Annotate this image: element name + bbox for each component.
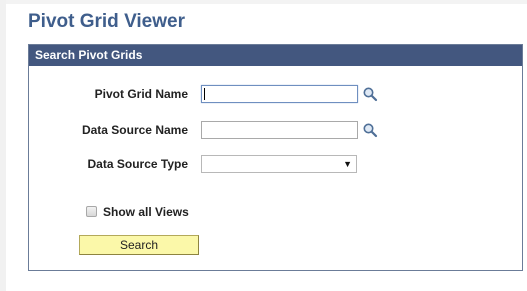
top-edge xyxy=(0,0,527,4)
data-source-name-label: Data Source Name xyxy=(81,123,188,137)
pivot-grid-name-lookup-icon[interactable] xyxy=(362,86,378,102)
panel-header: Search Pivot Grids xyxy=(29,45,522,66)
search-panel: Search Pivot Grids Pivot Grid Name Data … xyxy=(28,44,523,271)
search-button[interactable]: Search xyxy=(79,235,199,255)
pivot-grid-name-input[interactable] xyxy=(201,85,358,103)
text-caret xyxy=(204,88,205,100)
data-source-type-label: Data Source Type xyxy=(87,157,188,171)
show-all-views-label: Show all Views xyxy=(103,205,189,219)
show-all-views-checkbox[interactable] xyxy=(86,206,97,217)
chevron-down-icon: ▼ xyxy=(343,159,352,169)
pivot-grid-name-label: Pivot Grid Name xyxy=(94,87,188,101)
data-source-name-row: Data Source Name xyxy=(29,121,522,141)
data-source-type-row: Data Source Type ▼ xyxy=(29,155,522,175)
pivot-grid-name-row: Pivot Grid Name xyxy=(29,85,522,105)
pivot-grid-viewer-page: Pivot Grid Viewer Search Pivot Grids Piv… xyxy=(0,0,527,291)
data-source-type-select[interactable]: ▼ xyxy=(201,155,357,173)
left-edge xyxy=(0,0,6,291)
data-source-name-lookup-icon[interactable] xyxy=(362,122,378,138)
data-source-name-input[interactable] xyxy=(201,121,358,139)
page-title: Pivot Grid Viewer xyxy=(28,11,185,32)
